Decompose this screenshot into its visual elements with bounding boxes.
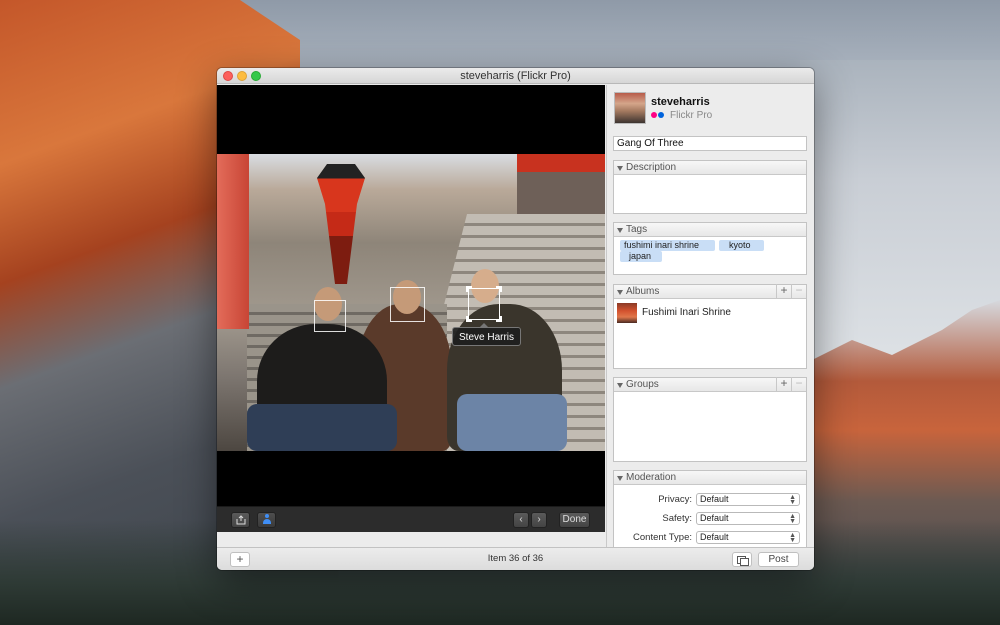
tag-token[interactable]: japan — [620, 251, 662, 262]
safety-value: Default — [700, 513, 729, 523]
add-group-button[interactable]: + — [776, 377, 791, 391]
content-type-row: Content Type: Default ▲ ▼ — [614, 531, 808, 545]
groups-header[interactable]: Groups + − — [614, 377, 806, 392]
moderation-section: Moderation Privacy: Default ▲ ▼ Safety: D… — [613, 470, 807, 547]
tag-token[interactable]: kyoto — [719, 240, 764, 251]
album-thumbnail — [617, 303, 637, 323]
tag-token[interactable]: fushimi inari shrine — [620, 240, 715, 251]
title-bar[interactable]: steveharris (Flickr Pro) — [217, 68, 814, 84]
tags-header[interactable]: Tags — [614, 223, 806, 237]
content-type-label: Content Type: — [633, 532, 692, 543]
close-window-button[interactable] — [223, 71, 233, 81]
album-name[interactable]: Fushimi Inari Shrine — [642, 307, 731, 318]
next-photo-button[interactable]: › — [531, 512, 547, 528]
disclosure-triangle-icon — [617, 383, 623, 388]
username: steveharris — [651, 96, 710, 108]
photo-shrine — [517, 154, 605, 214]
tags-section: Tags fushimi inari shrine kyoto japan — [613, 222, 807, 275]
description-section: Description — [613, 160, 807, 214]
duplicate-icon[interactable] — [732, 552, 752, 567]
privacy-label: Privacy: — [658, 494, 692, 505]
albums-header[interactable]: Albums + − — [614, 284, 806, 299]
account-type: Flickr Pro — [670, 110, 713, 121]
description-label: Description — [626, 162, 677, 173]
share-button[interactable] — [231, 512, 250, 528]
photo[interactable]: Steve Harris — [217, 154, 605, 451]
privacy-row: Privacy: Default ▲ ▼ — [614, 493, 808, 507]
photo-lantern — [317, 164, 365, 284]
privacy-value: Default — [700, 494, 729, 504]
person-icon — [262, 514, 271, 524]
remove-album-button[interactable]: − — [791, 284, 806, 298]
disclosure-triangle-icon — [617, 290, 623, 295]
description-header[interactable]: Description — [614, 161, 806, 175]
bottom-bar: + Item 36 of 36 Post — [217, 547, 814, 570]
add-album-button[interactable]: + — [776, 284, 791, 298]
chevron-right-icon: › — [537, 514, 541, 525]
photo-jeans-3 — [457, 394, 567, 451]
updown-arrows-icon: ▲ ▼ — [789, 513, 796, 525]
resize-handle[interactable] — [466, 286, 472, 292]
albums-label: Albums — [626, 286, 660, 297]
disclosure-triangle-icon — [617, 476, 623, 481]
photo-jeans-1 — [247, 404, 397, 451]
moderation-header[interactable]: Moderation — [614, 471, 806, 485]
avatar — [614, 92, 646, 124]
chevron-left-icon: ‹ — [519, 514, 523, 525]
resize-handle[interactable] — [496, 286, 502, 292]
post-button[interactable]: Post — [758, 552, 799, 567]
face-box-selected[interactable] — [466, 286, 502, 322]
safety-label: Safety: — [662, 513, 692, 524]
remove-group-button[interactable]: − — [791, 377, 806, 391]
content-type-value: Default — [700, 532, 729, 542]
share-icon — [236, 515, 245, 525]
photo-viewer: Steve Harris — [217, 85, 605, 522]
albums-section: Albums + − Fushimi Inari Shrine — [613, 284, 807, 369]
window-title: steveharris (Flickr Pro) — [460, 70, 571, 82]
done-button[interactable]: Done — [559, 512, 590, 528]
face-box[interactable] — [314, 300, 346, 332]
description-field[interactable] — [614, 175, 806, 213]
face-tag-label[interactable]: Steve Harris — [452, 323, 522, 346]
face-box[interactable] — [390, 287, 425, 322]
resize-handle[interactable] — [466, 316, 472, 322]
inspector-panel: steveharris Flickr Pro Gang Of Three Des… — [606, 85, 814, 547]
updown-arrows-icon: ▲ ▼ — [789, 494, 796, 506]
photo-title-field[interactable]: Gang Of Three — [613, 136, 807, 151]
updown-arrows-icon: ▲ ▼ — [789, 532, 796, 544]
viewer-toolbar: ‹ › Done — [217, 506, 605, 532]
previous-photo-button[interactable]: ‹ — [513, 512, 529, 528]
minimize-window-button[interactable] — [237, 71, 247, 81]
disclosure-triangle-icon — [617, 228, 623, 233]
privacy-select[interactable]: Default ▲ ▼ — [696, 493, 800, 506]
tag-people-button[interactable] — [257, 512, 276, 528]
disclosure-triangle-icon — [617, 166, 623, 171]
flickr-logo-icon — [651, 112, 665, 120]
photo-torii-pillar — [217, 154, 249, 329]
tags-label: Tags — [626, 224, 648, 235]
groups-label: Groups — [626, 379, 659, 390]
safety-select[interactable]: Default ▲ ▼ — [696, 512, 800, 525]
groups-section: Groups + − — [613, 377, 807, 462]
content-type-select[interactable]: Default ▲ ▼ — [696, 531, 800, 544]
app-window: steveharris (Flickr Pro) Steve Harris ‹ … — [217, 68, 814, 570]
zoom-window-button[interactable] — [251, 71, 261, 81]
moderation-label: Moderation — [626, 472, 677, 483]
safety-row: Safety: Default ▲ ▼ — [614, 512, 808, 526]
item-count: Item 36 of 36 — [487, 553, 544, 564]
resize-handle[interactable] — [496, 316, 502, 322]
